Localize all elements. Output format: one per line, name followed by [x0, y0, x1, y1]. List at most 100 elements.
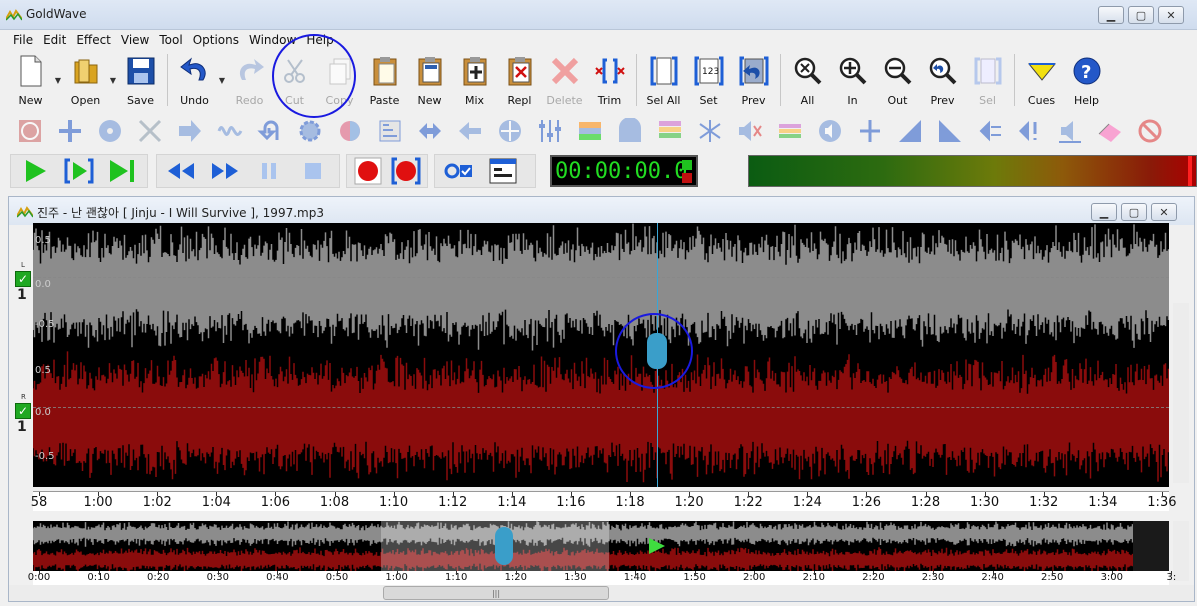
loop-back-icon[interactable]: [254, 116, 286, 146]
left-channel-waveform[interactable]: [33, 223, 1169, 351]
record-button[interactable]: [353, 156, 383, 186]
scrollbar-thumb[interactable]: |||: [383, 586, 609, 600]
new-button[interactable]: New: [8, 52, 53, 108]
tick-mark: [393, 492, 395, 496]
control-properties-button[interactable]: [441, 156, 477, 186]
save-button[interactable]: Save: [118, 52, 163, 108]
set-button[interactable]: 123 Set: [686, 52, 731, 108]
redo-arrow-icon: [234, 54, 266, 88]
paste-button[interactable]: Paste: [362, 52, 407, 108]
cues-button[interactable]: Cues: [1019, 52, 1064, 108]
previous-selection-button[interactable]: Prev: [731, 52, 776, 108]
forward-arrow-icon[interactable]: [174, 116, 206, 146]
volume-slider-icon[interactable]: [854, 116, 886, 146]
resize-arrows-icon[interactable]: [54, 116, 86, 146]
pause-button[interactable]: [251, 156, 287, 186]
menu-view[interactable]: View: [116, 33, 154, 47]
wave-icon[interactable]: [214, 116, 246, 146]
filter-icon[interactable]: [614, 116, 646, 146]
undo-dropdown-icon[interactable]: ▼: [217, 52, 227, 108]
replace-button[interactable]: Repl: [497, 52, 542, 108]
overview-cursor-handle[interactable]: [495, 527, 513, 565]
zoom-out-label: Out: [887, 94, 908, 107]
document-icon: [17, 206, 33, 218]
menu-edit[interactable]: Edit: [38, 33, 71, 47]
zoom-all-button[interactable]: All: [785, 52, 830, 108]
doc-close-button[interactable]: ✕: [1151, 203, 1177, 221]
set-label: Set: [699, 94, 718, 107]
double-arrow-icon[interactable]: [414, 116, 446, 146]
waveform-view[interactable]: 0.5 0.0 -0.5 0.5 0.0 -0.5: [33, 223, 1169, 487]
doc-minimize-button[interactable]: ▁: [1091, 203, 1117, 221]
left-arrow-icon[interactable]: [454, 116, 486, 146]
fade-out-icon[interactable]: [934, 116, 966, 146]
left-waveform-graphic: [33, 223, 1169, 351]
visual-window-button[interactable]: [485, 156, 521, 186]
level-bars-icon[interactable]: [774, 116, 806, 146]
close-button[interactable]: ✕: [1158, 6, 1184, 24]
paste-new-button[interactable]: New: [407, 52, 452, 108]
right-channel-waveform[interactable]: [33, 351, 1169, 483]
horizontal-scrollbar[interactable]: |||: [9, 585, 1194, 601]
record-selection-button[interactable]: [391, 156, 421, 186]
play-button[interactable]: [17, 156, 53, 186]
speaker-mute-icon[interactable]: [734, 116, 766, 146]
tick-mark: [984, 492, 986, 496]
disc-icon[interactable]: [94, 116, 126, 146]
eraser-icon[interactable]: [1094, 116, 1126, 146]
open-dropdown-icon[interactable]: ▼: [108, 52, 118, 108]
zoom-out-button[interactable]: Out: [875, 52, 920, 108]
color-wheel-icon[interactable]: [334, 116, 366, 146]
paste-new-label: New: [417, 94, 442, 107]
tick-label: 1:20: [674, 495, 704, 510]
open-button[interactable]: Open: [63, 52, 108, 108]
fast-forward-button[interactable]: [207, 156, 243, 186]
minimize-button[interactable]: ▁: [1098, 6, 1124, 24]
no-effect-icon[interactable]: [14, 116, 46, 146]
spectrum-icon[interactable]: [574, 116, 606, 146]
amplitude-label: 0.0: [35, 407, 51, 418]
undo-button[interactable]: Undo: [172, 52, 217, 108]
play-to-end-button[interactable]: [105, 156, 141, 186]
delete-button[interactable]: Delete: [542, 52, 587, 108]
pan-icon[interactable]: [1054, 116, 1086, 146]
zoom-out-icon: [882, 54, 914, 88]
time-ruler[interactable]: 58 1:00 1:02 1:04 1:06 1:08 1:10 1:12 1:14 1:16 1:…: [31, 491, 1176, 511]
play-selection-button[interactable]: [61, 156, 97, 186]
menu-effect[interactable]: Effect: [71, 33, 116, 47]
right-channel-checkbox[interactable]: ✓: [15, 403, 31, 419]
left-channel-checkbox[interactable]: ✓: [15, 271, 31, 287]
zoom-in-button[interactable]: In: [830, 52, 875, 108]
split-icon[interactable]: [694, 116, 726, 146]
mix-button[interactable]: Mix: [452, 52, 497, 108]
speaker-icon[interactable]: [814, 116, 846, 146]
maximize-button[interactable]: ▢: [1128, 6, 1154, 24]
new-dropdown-icon[interactable]: ▼: [53, 52, 63, 108]
equalizer-icon[interactable]: [534, 116, 566, 146]
trim-button[interactable]: Trim: [587, 52, 632, 108]
fade-in-icon[interactable]: [894, 116, 926, 146]
rainbow-icon[interactable]: [654, 116, 686, 146]
stop-button[interactable]: [295, 156, 331, 186]
menu-options[interactable]: Options: [188, 33, 244, 47]
overview-waveform[interactable]: [33, 521, 1169, 573]
tools-cross-icon[interactable]: [134, 116, 166, 146]
doc-maximize-button[interactable]: ▢: [1121, 203, 1147, 221]
help-button[interactable]: ? Help: [1064, 52, 1109, 108]
menu-file[interactable]: File: [8, 33, 38, 47]
zoom-previous-button[interactable]: Prev: [920, 52, 965, 108]
match-volume-icon[interactable]: [974, 116, 1006, 146]
gear-icon[interactable]: [294, 116, 326, 146]
chart-icon[interactable]: [374, 116, 406, 146]
select-all-button[interactable]: Sel All: [641, 52, 686, 108]
redo-button[interactable]: Redo: [227, 52, 272, 108]
rewind-button[interactable]: [163, 156, 199, 186]
zoom-selection-button[interactable]: Sel: [965, 52, 1010, 108]
vertical-scrollbar[interactable]: [1173, 303, 1189, 483]
tick-mark: [1161, 492, 1163, 496]
no-entry-icon[interactable]: [1134, 116, 1166, 146]
vertical-arrows-icon[interactable]: [494, 116, 526, 146]
maximize-volume-icon[interactable]: [1014, 116, 1046, 146]
menu-tool[interactable]: Tool: [154, 33, 187, 47]
rewind-icon: [168, 163, 194, 179]
